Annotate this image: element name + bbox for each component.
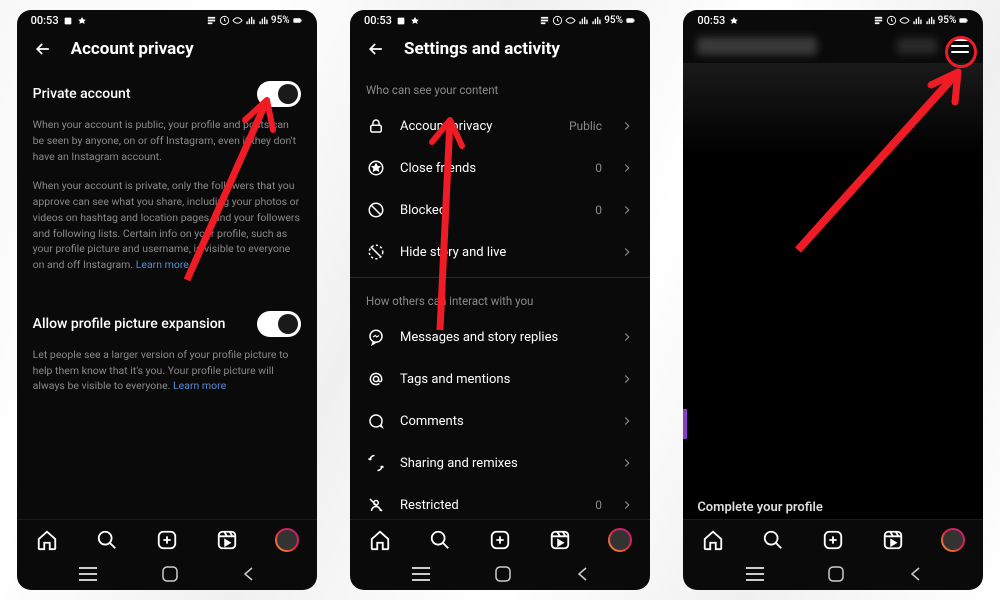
create-tab[interactable] — [821, 528, 845, 552]
lock-icon — [366, 116, 386, 136]
menu-icon[interactable] — [951, 39, 969, 53]
profile-tab[interactable] — [941, 528, 965, 552]
menu-item-restricted[interactable]: Restricted 0 — [350, 484, 650, 519]
android-nav-bar — [350, 556, 650, 590]
chevron-right-icon — [620, 161, 634, 175]
page-title: Account privacy — [71, 39, 194, 59]
private-account-toggle[interactable] — [257, 81, 301, 107]
profile-header — [683, 29, 983, 63]
status-battery: 95% — [604, 15, 623, 26]
profile-tab[interactable] — [275, 528, 299, 552]
create-tab[interactable] — [488, 528, 512, 552]
remix-icon — [366, 453, 386, 473]
menu-item-tags[interactable]: Tags and mentions — [350, 358, 650, 400]
reels-tab[interactable] — [548, 528, 572, 552]
recents-button[interactable] — [79, 567, 97, 581]
private-desc-2: When your account is private, only the f… — [33, 174, 301, 283]
status-bar: 00:53 95% — [683, 10, 983, 29]
header-action-blurred — [897, 38, 937, 54]
create-tab[interactable] — [155, 528, 179, 552]
android-nav-bar — [683, 556, 983, 590]
status-time: 00:53 — [364, 14, 392, 27]
home-button[interactable] — [828, 566, 844, 582]
restricted-icon — [366, 495, 386, 515]
messenger-icon — [366, 327, 386, 347]
allow-expansion-label: Allow profile picture expansion — [33, 316, 226, 332]
section-header-content: Who can see your content — [350, 71, 650, 105]
menu-item-close-friends[interactable]: Close friends 0 — [350, 147, 650, 189]
app-header: Settings and activity — [350, 29, 650, 71]
allow-expansion-toggle[interactable] — [257, 311, 301, 337]
complete-profile-label: Complete your profile — [697, 500, 823, 515]
android-nav-bar — [17, 556, 317, 590]
story-preview-strip — [683, 409, 687, 439]
home-tab[interactable] — [368, 528, 392, 552]
phone-settings-activity: 00:53 95% Settings and activity Who can … — [350, 10, 650, 590]
hide-icon — [366, 242, 386, 262]
chevron-right-icon — [620, 414, 634, 428]
recents-button[interactable] — [746, 567, 764, 581]
allow-expansion-desc: Let people see a larger version of your … — [33, 343, 301, 404]
bottom-tab-bar — [683, 519, 983, 556]
private-account-row: Private account — [33, 71, 301, 113]
section-header-interact: How others can interact with you — [350, 282, 650, 316]
bottom-tab-bar — [17, 519, 317, 556]
phone-account-privacy: 00:53 95% Account privacy Private accoun… — [17, 10, 317, 590]
chevron-right-icon — [620, 203, 634, 217]
profile-body: Complete your profile — [683, 63, 983, 519]
menu-item-comments[interactable]: Comments — [350, 400, 650, 442]
status-battery: 95% — [938, 15, 957, 26]
app-header: Account privacy — [17, 29, 317, 71]
home-button[interactable] — [162, 566, 178, 582]
status-bar: 00:53 95% — [17, 10, 317, 29]
back-button[interactable] — [242, 566, 254, 582]
profile-tab[interactable] — [608, 528, 632, 552]
status-bar: 00:53 95% — [350, 10, 650, 29]
status-time: 00:53 — [697, 14, 725, 27]
home-tab[interactable] — [35, 528, 59, 552]
star-circle-icon — [366, 158, 386, 178]
search-tab[interactable] — [761, 528, 785, 552]
chevron-right-icon — [620, 330, 634, 344]
comment-icon — [366, 411, 386, 431]
recents-button[interactable] — [412, 567, 430, 581]
reels-tab[interactable] — [215, 528, 239, 552]
username-blurred — [697, 37, 817, 55]
chevron-right-icon — [620, 498, 634, 512]
chevron-right-icon — [620, 119, 634, 133]
back-arrow-icon[interactable] — [33, 39, 53, 59]
back-arrow-icon[interactable] — [366, 39, 386, 59]
menu-item-blocked[interactable]: Blocked 0 — [350, 189, 650, 231]
divider — [350, 277, 650, 278]
learn-more-link[interactable]: Learn more — [136, 258, 189, 271]
back-button[interactable] — [909, 566, 921, 582]
allow-profile-expansion-row: Allow profile picture expansion — [33, 301, 301, 343]
back-button[interactable] — [576, 566, 588, 582]
menu-item-hide-story[interactable]: Hide story and live — [350, 231, 650, 273]
menu-item-sharing[interactable]: Sharing and remixes — [350, 442, 650, 484]
menu-item-messages[interactable]: Messages and story replies — [350, 316, 650, 358]
search-tab[interactable] — [95, 528, 119, 552]
status-time: 00:53 — [31, 14, 59, 27]
bottom-tab-bar — [350, 519, 650, 556]
chevron-right-icon — [620, 245, 634, 259]
status-battery: 95% — [271, 15, 290, 26]
blocked-icon — [366, 200, 386, 220]
page-title: Settings and activity — [404, 39, 560, 59]
chevron-right-icon — [620, 456, 634, 470]
search-tab[interactable] — [428, 528, 452, 552]
private-account-label: Private account — [33, 86, 131, 102]
private-desc-1: When your account is public, your profil… — [33, 113, 301, 174]
learn-more-link-2[interactable]: Learn more — [173, 379, 226, 392]
at-icon — [366, 369, 386, 389]
reels-tab[interactable] — [881, 528, 905, 552]
menu-item-account-privacy[interactable]: Account privacy Public — [350, 105, 650, 147]
home-button[interactable] — [495, 566, 511, 582]
home-tab[interactable] — [701, 528, 725, 552]
chevron-right-icon — [620, 372, 634, 386]
phone-profile: 00:53 95% Complete your profile — [683, 10, 983, 590]
